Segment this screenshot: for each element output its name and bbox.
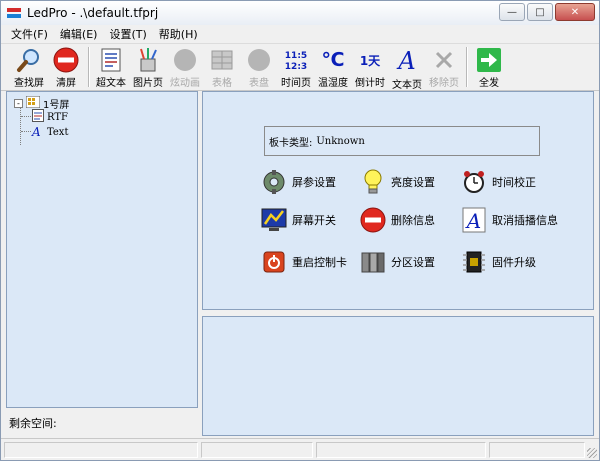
tree-item-label: Text — [47, 126, 69, 138]
restart-card-button[interactable]: 重启控制卡 — [261, 248, 347, 276]
partition-icon — [360, 249, 386, 275]
tree-line — [20, 108, 21, 145]
card-type-box: 板卡类型: Unknown — [264, 126, 540, 156]
toolbar-separator — [466, 47, 468, 87]
svg-text:11:5: 11:5 — [285, 51, 307, 61]
screen-params-button[interactable]: 屏参设置 — [261, 168, 336, 196]
dial-button[interactable]: 表盘 — [241, 45, 277, 89]
stop-icon — [360, 207, 386, 233]
clear-screen-button[interactable]: 清屏 — [48, 45, 84, 89]
table-icon — [208, 47, 236, 73]
table-button[interactable]: 表格 — [204, 45, 240, 89]
lightbulb-icon — [360, 169, 386, 195]
tree-expander[interactable]: - — [14, 98, 23, 108]
delete-info-button[interactable]: 删除信息 — [360, 206, 435, 234]
time-calibration-button[interactable]: 时间校正 — [461, 168, 536, 196]
cancel-interrupt-button[interactable]: A 取消插播信息 — [461, 206, 558, 234]
preview-panel — [202, 316, 594, 436]
brightness-button[interactable]: 亮度设置 — [360, 168, 435, 196]
brush-cup-icon — [134, 47, 162, 73]
resize-grip[interactable] — [587, 448, 597, 458]
menu-edit[interactable]: 编辑(E) — [54, 26, 104, 42]
animation-button[interactable]: 炫动画 — [167, 45, 203, 89]
temp-humidity-button[interactable]: ℃ 温湿度 — [315, 45, 351, 89]
picture-page-button[interactable]: 图片页 — [130, 45, 166, 89]
card-type-label: 板卡类型: — [269, 137, 313, 149]
time-page-button[interactable]: 11:5 12:3 时间页 — [278, 45, 314, 89]
send-all-button[interactable]: 全发 — [471, 45, 507, 89]
minimize-button[interactable]: — — [499, 3, 525, 21]
window-controls: — □ ✕ — [497, 3, 595, 21]
window-title: LedPro - .\default.tfprj — [27, 6, 159, 20]
menu-bar: 文件(F) 编辑(E) 设置(T) 帮助(H) — [1, 25, 599, 44]
circle-icon — [171, 47, 199, 73]
x-mark-icon — [430, 47, 458, 73]
tree-item-label: RTF — [47, 111, 68, 123]
screen-tree: - 1号屏 RTF A Text — [6, 91, 198, 408]
firmware-upgrade-button[interactable]: 固件升级 — [461, 248, 536, 276]
countdown-button[interactable]: 1天 倒计时 — [352, 45, 388, 90]
app-icon — [7, 6, 21, 20]
main-window: LedPro - .\default.tfprj — □ ✕ 文件(F) 编辑(… — [0, 0, 600, 461]
control-panel: 板卡类型: Unknown 屏参设置 亮度设置 时间校正 屏幕开关 删除信息 A… — [202, 91, 594, 310]
tree-line — [21, 131, 31, 132]
letter-a-icon: A — [461, 207, 487, 233]
svg-text:12:3: 12:3 — [285, 62, 307, 72]
toolbar-separator — [88, 47, 90, 87]
screen-switch-button[interactable]: 屏幕开关 — [261, 206, 336, 234]
document-icon — [97, 47, 125, 73]
status-cell — [4, 442, 198, 458]
status-cell — [316, 442, 486, 458]
dial-icon — [245, 47, 273, 73]
digital-clock-icon: 11:5 12:3 — [282, 47, 310, 73]
menu-help[interactable]: 帮助(H) — [153, 26, 204, 42]
card-type-value: Unknown — [316, 135, 365, 147]
countdown-icon: 1天 — [359, 53, 381, 68]
power-icon — [261, 249, 287, 275]
tree-item-text[interactable]: A Text — [32, 124, 68, 140]
stop-icon — [52, 47, 80, 73]
letter-a-icon: A — [398, 47, 416, 75]
title-bar[interactable]: LedPro - .\default.tfprj — □ ✕ — [1, 1, 599, 25]
text-page-button[interactable]: A 文本页 — [389, 45, 425, 91]
find-screen-button[interactable]: 查找屏 — [11, 45, 47, 89]
tree-line — [21, 116, 31, 117]
remove-page-button[interactable]: 移除页 — [426, 45, 462, 89]
chip-icon — [461, 249, 487, 275]
magnifier-icon — [15, 47, 43, 73]
menu-file[interactable]: 文件(F) — [1, 26, 54, 42]
alarm-clock-icon — [461, 169, 487, 195]
toolbar: 查找屏 清屏 超文本 图片页 炫动画 表格 表盘 11:5 12:3 时间页 ℃… — [1, 45, 599, 91]
tree-item-rtf[interactable]: RTF — [32, 109, 68, 125]
close-button[interactable]: ✕ — [555, 3, 595, 21]
menu-settings[interactable]: 设置(T) — [103, 26, 152, 42]
status-bar — [1, 438, 599, 460]
maximize-button[interactable]: □ — [527, 3, 553, 21]
super-text-button[interactable]: 超文本 — [93, 45, 129, 89]
zone-settings-button[interactable]: 分区设置 — [360, 248, 435, 276]
remaining-space-label: 剩余空间: — [9, 417, 57, 430]
rtf-document-icon — [32, 109, 44, 125]
gear-wrench-icon — [261, 169, 287, 195]
status-cell — [489, 442, 585, 458]
celsius-icon: ℃ — [321, 49, 345, 71]
letter-a-icon: A — [32, 125, 41, 139]
arrow-right-icon — [475, 47, 503, 73]
svg-text:A: A — [465, 209, 481, 233]
monitor-icon — [261, 207, 287, 233]
status-cell — [201, 442, 313, 458]
